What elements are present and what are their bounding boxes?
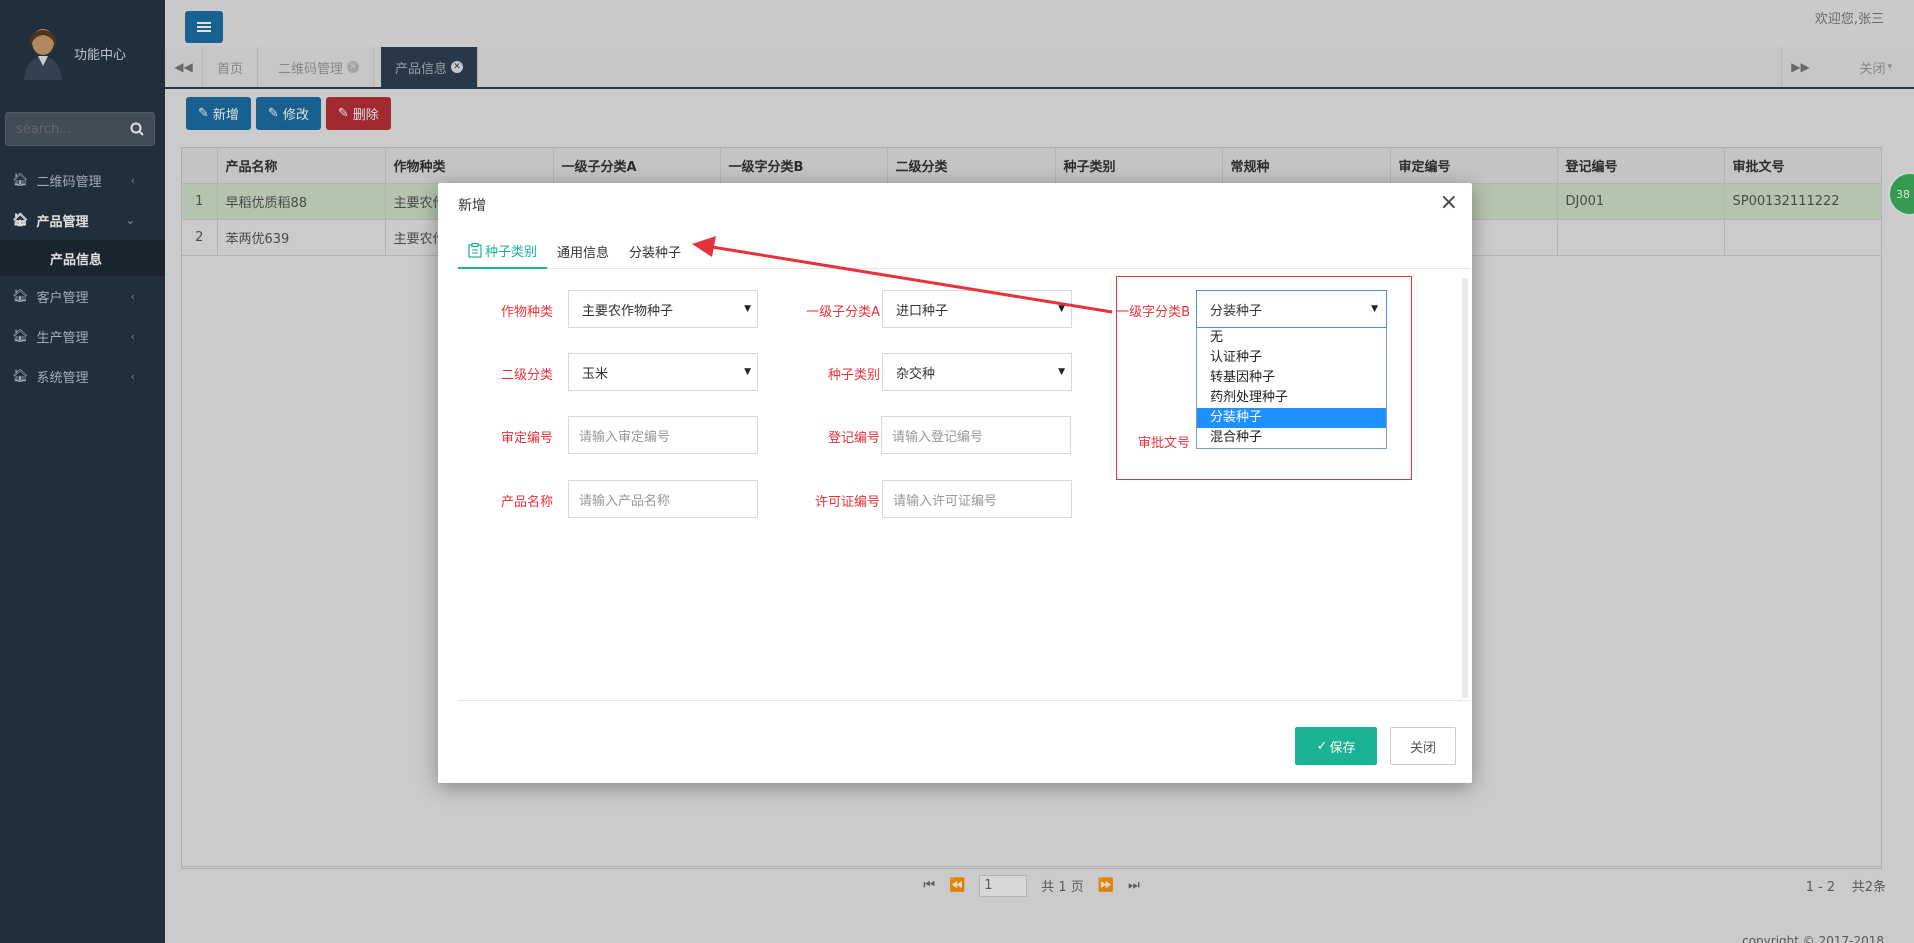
subA-select[interactable]: 进口种子 ▼ <box>882 290 1072 328</box>
close-icon[interactable]: × <box>1440 191 1458 215</box>
reg-label: 登记编号 <box>827 431 880 446</box>
subA-value: 进口种子 <box>896 303 949 319</box>
crop-select[interactable]: 主要农作物种子 ▼ <box>568 290 758 328</box>
option-item[interactable]: 混合种子 <box>1197 428 1386 448</box>
caret-down-icon: ▼ <box>1371 304 1378 314</box>
caret-down-icon: ▼ <box>1058 367 1065 377</box>
level2-select[interactable]: 玉米 ▼ <box>568 353 758 391</box>
tab-label: 通用信息 <box>557 245 610 261</box>
option-item-selected[interactable]: 分装种子 <box>1197 408 1386 428</box>
option-item[interactable]: 药剂处理种子 <box>1197 388 1386 408</box>
check-icon: ✓ <box>1316 738 1328 754</box>
level2-value: 玉米 <box>582 366 609 382</box>
option-item[interactable]: 无 <box>1197 328 1386 348</box>
level2-label: 二级分类 <box>500 368 553 383</box>
option-item[interactable]: 转基因种子 <box>1197 368 1386 388</box>
caret-down-icon: ▼ <box>744 367 751 377</box>
crop-value: 主要农作物种子 <box>582 303 674 319</box>
seedtype-select[interactable]: 杂交种 ▼ <box>882 353 1072 391</box>
tab-seed-category[interactable]: 种子类别 <box>458 233 548 269</box>
tab-general-info[interactable]: 通用信息 <box>547 233 619 269</box>
caret-down-icon: ▼ <box>1058 304 1065 314</box>
tab-label: 分装种子 <box>629 245 682 261</box>
close-button[interactable]: 关闭 <box>1390 727 1456 765</box>
name-input[interactable]: 请输入产品名称 <box>568 480 758 518</box>
add-dialog: 新增 × 种子类别 通用信息 分装种子 作物种类 主要农作物种子 ▼ 一级子分类A… <box>438 183 1472 783</box>
cert-label: 审定编号 <box>500 431 553 446</box>
caret-down-icon: ▼ <box>744 304 751 314</box>
name-label: 产品名称 <box>500 495 553 510</box>
save-label: 保存 <box>1329 740 1356 756</box>
subB-select[interactable]: 分装种子 ▼ 无 认证种子 转基因种子 药剂处理种子 分装种子 混合种子 <box>1196 290 1387 450</box>
option-item[interactable]: 认证种子 <box>1197 348 1386 368</box>
save-button[interactable]: ✓ 保存 <box>1295 727 1377 765</box>
cert-input[interactable]: 请输入审定编号 <box>568 416 758 454</box>
tab-packaged-seed[interactable]: 分装种子 <box>619 233 691 269</box>
dialog-title: 新增 <box>458 198 486 214</box>
seedtype-label: 种子类别 <box>827 368 880 383</box>
subB-value: 分装种子 <box>1210 303 1263 319</box>
seedtype-value: 杂交种 <box>896 366 936 382</box>
dialog-tabs: 种子类别 通用信息 分装种子 <box>458 233 1470 269</box>
scrollbar[interactable] <box>1462 278 1468 698</box>
license-input[interactable]: 请输入许可证编号 <box>882 480 1072 518</box>
subA-label: 一级子分类A <box>806 305 880 320</box>
tab-label: 种子类别 <box>485 244 538 260</box>
reg-input[interactable]: 请输入登记编号 <box>881 416 1071 454</box>
clipboard-icon <box>468 242 482 258</box>
crop-label: 作物种类 <box>500 305 553 320</box>
dialog-divider <box>458 700 1470 701</box>
subB-options-list: 无 认证种子 转基因种子 药剂处理种子 分装种子 混合种子 <box>1196 328 1387 449</box>
license-label: 许可证编号 <box>814 495 880 510</box>
subB-select-head[interactable]: 分装种子 ▼ <box>1196 290 1387 328</box>
